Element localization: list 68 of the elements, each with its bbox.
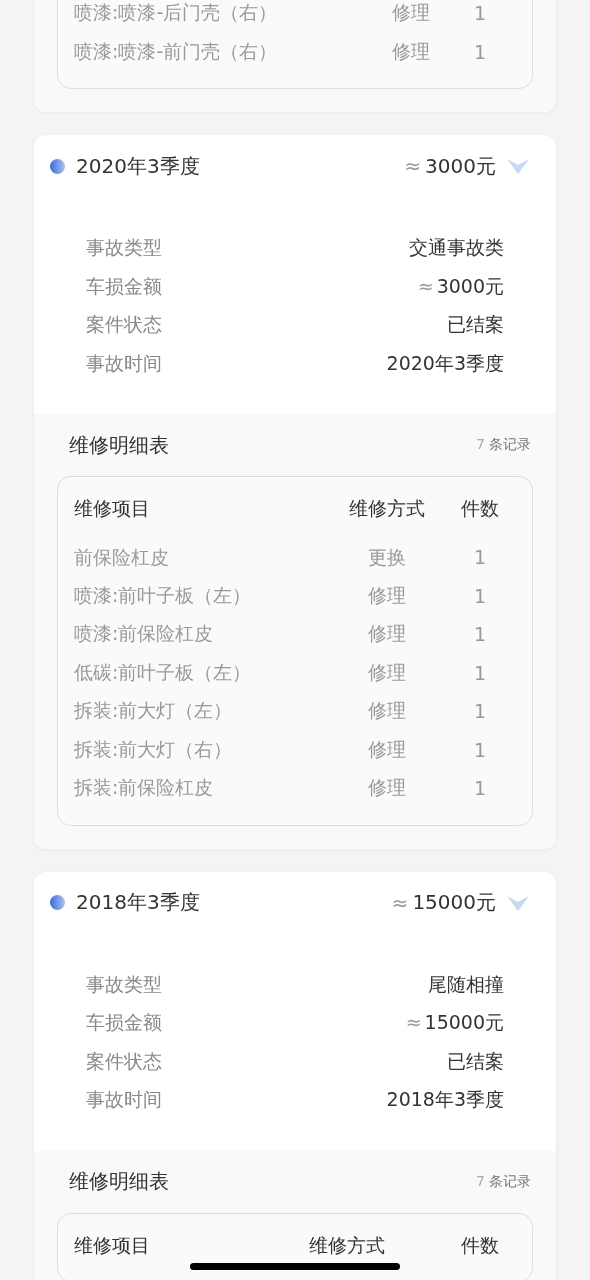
section-title: 维修明细表	[69, 431, 169, 459]
amount: 15000元	[412, 889, 496, 916]
approx-sign: ≈	[405, 1011, 422, 1034]
table-cell-text: 1	[472, 737, 488, 763]
table-cell-text: 1	[472, 622, 488, 648]
period-title: 2018年3季度	[76, 889, 201, 916]
status-dot	[50, 895, 65, 910]
record-count: 7	[476, 1172, 485, 1191]
table-cell-text: 喷漆:喷漆-后门壳（右）	[74, 0, 279, 26]
info-value: 15000元	[424, 1011, 504, 1034]
home-indicator[interactable]	[190, 1263, 400, 1270]
chevron-down-icon[interactable]	[506, 157, 530, 175]
table-cell-text: 修理	[367, 582, 408, 608]
column-header: 件数	[460, 496, 500, 521]
info-label: 案件状态	[86, 312, 162, 338]
table-cell-text: 修理	[367, 621, 408, 647]
table-cell-text: 1	[472, 545, 488, 570]
table-cell-text: 修理	[390, 0, 431, 26]
info-value: 2018年3季度	[386, 1088, 504, 1111]
table-cell-text: 1	[472, 776, 488, 802]
info-value: 已结案	[447, 313, 504, 336]
table-cell-text: 拆装:前大灯（左）	[74, 698, 234, 724]
info-label: 事故类型	[86, 971, 162, 997]
table-cell-text: 修理	[367, 659, 408, 685]
table-cell-text: 低碳:前叶子板（左）	[74, 659, 253, 685]
table-cell-text: 修理	[390, 38, 431, 64]
record-count: 7	[476, 436, 485, 454]
info-label: 事故类型	[86, 235, 162, 261]
approx-sign: ≈	[391, 890, 409, 915]
table-cell-text: 修理	[367, 736, 408, 762]
info-value: 2020年3季度	[386, 351, 504, 374]
amount: 3000元	[425, 152, 496, 180]
info-value: 3000元	[436, 274, 504, 297]
info-value: 已结案	[447, 1049, 504, 1072]
section-title: 维修明细表	[69, 1168, 169, 1195]
table-cell-text: 1	[472, 1, 488, 27]
info-label: 车损金额	[86, 273, 162, 299]
table-cell-text: 拆装:前大灯（右）	[74, 736, 234, 762]
info-label: 事故时间	[86, 1087, 162, 1113]
approx-sign: ≈	[417, 274, 434, 297]
chevron-down-icon[interactable]	[506, 893, 530, 912]
table-cell-text: 喷漆:前叶子板（左）	[74, 582, 253, 608]
column-header: 维修方式	[308, 1232, 387, 1258]
column-header: 维修项目	[74, 496, 151, 521]
table-cell-text: 1	[472, 699, 488, 725]
status-dot	[50, 158, 65, 174]
info-label: 车损金额	[86, 1010, 162, 1036]
info-label: 事故时间	[86, 350, 162, 376]
table-cell-text: 前保险杠皮	[74, 545, 170, 570]
column-header: 维修方式	[348, 496, 427, 521]
table-cell-text: 喷漆:喷漆-前门壳（右）	[74, 38, 279, 64]
table-cell-text: 1	[472, 39, 488, 65]
table-cell-text: 修理	[367, 698, 408, 724]
column-header: 件数	[460, 1232, 500, 1258]
period-title: 2020年3季度	[76, 152, 201, 180]
table-cell-text: 1	[472, 583, 488, 609]
table-cell-text: 修理	[367, 775, 408, 801]
table-cell-text: 1	[472, 660, 488, 686]
column-header: 维修项目	[74, 1232, 151, 1258]
info-value: 尾随相撞	[428, 972, 504, 995]
info-label: 案件状态	[86, 1048, 162, 1074]
record-unit: 条记录	[489, 436, 531, 454]
record-unit: 条记录	[489, 1172, 531, 1191]
info-value: 交通事故类	[409, 236, 504, 259]
table-cell-text: 拆装:前保险杠皮	[74, 775, 215, 801]
table-cell-text: 更换	[367, 545, 408, 570]
approx-sign: ≈	[404, 154, 422, 178]
table-cell-text: 喷漆:前保险杠皮	[74, 621, 215, 647]
